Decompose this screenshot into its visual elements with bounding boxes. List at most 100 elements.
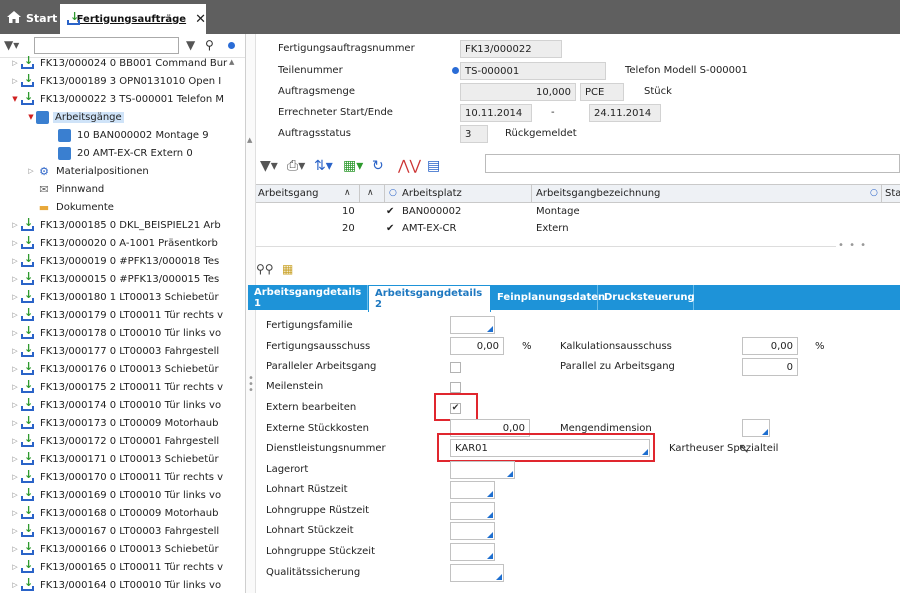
tree-item-order[interactable]: ▷ ↓ FK13/000172 0 LT00001 Fahrgestell — [10, 432, 221, 450]
lohngruppe-stueck-field[interactable] — [450, 543, 495, 561]
col-arbeitsgang[interactable]: Arbeitsgang — [258, 188, 319, 199]
collapsed-arrow-icon[interactable]: ▷ — [26, 167, 36, 175]
tree-item-operation[interactable]: 10 BAN000002 Montage 9 — [48, 126, 211, 144]
lohnart-stueck-field[interactable] — [450, 522, 495, 540]
tree-item-order[interactable]: ▷ ↓ FK13/000024 0 BB001 Command Bur — [10, 54, 229, 72]
filter-icon[interactable]: ▼▾ — [260, 158, 278, 174]
tree-item-order[interactable]: ▷ ↓ FK13/000189 3 OPN0131010 Open I — [10, 72, 223, 90]
status-field[interactable]: 3 — [460, 125, 488, 143]
parallel-zu-field[interactable]: 0 — [742, 358, 798, 376]
calculator-icon[interactable]: ▤ — [427, 158, 440, 174]
scroll-up-icon[interactable]: ▲ — [229, 58, 234, 66]
collapsed-arrow-icon[interactable]: ▷ — [10, 311, 20, 319]
collapsed-arrow-icon[interactable]: ▷ — [10, 365, 20, 373]
collapsed-arrow-icon[interactable]: ▷ — [10, 347, 20, 355]
tree-item-order[interactable]: ▷ ↓ FK13/000177 0 LT00003 Fahrgestell — [10, 342, 221, 360]
tab-fertigungsauftraege[interactable]: ↓ Fertigungsaufträge ✕ — [60, 4, 206, 34]
collapsed-arrow-icon[interactable]: ▷ — [10, 563, 20, 571]
qualitaet-field[interactable] — [450, 564, 504, 582]
tree-item-materialpositionen[interactable]: ▷ ⚙ Materialpositionen — [26, 162, 151, 180]
collapsed-arrow-icon[interactable]: ▷ — [10, 383, 20, 391]
tree-item-order[interactable]: ▷ ↓ FK13/000176 0 LT00013 Schiebetür — [10, 360, 221, 378]
tree-item-order[interactable]: ▷ ↓ FK13/000020 0 A-1001 Präsentkorb — [10, 234, 220, 252]
col-more[interactable]: Sta — [885, 188, 900, 199]
detail-tab-3[interactable]: Feinplanungsdaten — [491, 285, 605, 310]
col-arbeitsplatz[interactable]: Arbeitsplatz — [402, 188, 462, 199]
collapsed-arrow-icon[interactable]: ▷ — [10, 527, 20, 535]
collapsed-arrow-icon[interactable]: ▷ — [10, 293, 20, 301]
sort-asc-icon-2[interactable]: ∧ — [367, 188, 374, 198]
tree-item-order[interactable]: ▷ ↓ FK13/000165 0 LT00011 Tür rechts v — [10, 558, 225, 576]
table-row[interactable]: 10 ✔ BAN000002 Montage — [256, 204, 900, 221]
tree-item-order[interactable]: ▷ ↓ FK13/000015 0 #PFK13/000015 Tes — [10, 270, 221, 288]
collapsed-arrow-icon[interactable]: ▷ — [10, 275, 20, 283]
unit-field[interactable]: PCE — [580, 83, 624, 101]
expanded-arrow-icon[interactable]: ▼ — [26, 113, 36, 121]
sort-asc-icon[interactable]: ∧ — [344, 188, 351, 198]
collapsed-arrow-icon[interactable]: ▷ — [10, 473, 20, 481]
end-date-field[interactable]: 24.11.2014 — [589, 104, 661, 122]
fertigungsausschuss-field[interactable]: 0,00 — [450, 337, 504, 355]
tree-item-order[interactable]: ▷ ↓ FK13/000174 0 LT00010 Tür links vo — [10, 396, 223, 414]
funnel-icon[interactable]: ▼ — [186, 38, 195, 52]
splitter-handle-icon[interactable]: • • • — [248, 374, 254, 396]
collapse-icon[interactable]: ▲ — [247, 136, 252, 144]
tree-item-order[interactable]: ▷ ↓ FK13/000166 0 LT00013 Schiebetür — [10, 540, 221, 558]
chart-icon[interactable]: ⋀⋁ — [398, 158, 421, 174]
tree-item-order[interactable]: ▷ ↓ FK13/000170 0 LT00011 Tür rechts v — [10, 468, 225, 486]
collapsed-arrow-icon[interactable]: ▷ — [10, 545, 20, 553]
excel-export-icon[interactable]: ▦▾ — [343, 158, 363, 174]
collapsed-arrow-icon[interactable]: ▷ — [10, 77, 20, 85]
calendar-icon[interactable]: ▦ — [282, 262, 293, 276]
paralleler-checkbox[interactable] — [450, 362, 461, 373]
auftragsmenge-field[interactable]: 10,000 — [460, 83, 576, 101]
kalkulationsausschuss-field[interactable]: 0,00 — [742, 337, 798, 355]
grid-search-input[interactable] — [485, 154, 900, 173]
more-icon[interactable]: • • • — [838, 240, 867, 251]
info-icon[interactable] — [452, 67, 459, 74]
refresh-icon[interactable]: ↻ — [372, 158, 384, 174]
panel-splitter[interactable]: ▲ • • • — [246, 34, 256, 593]
binoculars-icon[interactable]: ⚲ — [205, 38, 214, 52]
tree-item-order[interactable]: ▷ ↓ FK13/000175 2 LT00011 Tür rechts v — [10, 378, 225, 396]
lohngruppe-ruest-field[interactable] — [450, 502, 495, 520]
collapsed-arrow-icon[interactable]: ▷ — [10, 455, 20, 463]
sort-icon[interactable]: ⇅▾ — [314, 158, 333, 174]
fertigungsfamilie-field[interactable] — [450, 316, 495, 334]
detail-tab-4[interactable]: Drucksteuerung — [598, 285, 695, 310]
close-tab-icon[interactable]: ✕ — [195, 12, 206, 27]
tree-item-order[interactable]: ▷ ↓ FK13/000168 0 LT00009 Motorhaub — [10, 504, 220, 522]
tree-item-order[interactable]: ▼ ↓ FK13/000022 3 TS-000001 Telefon M — [10, 90, 226, 108]
collapsed-arrow-icon[interactable]: ▷ — [10, 59, 20, 67]
teilenummer-field[interactable]: TS-000001 — [460, 62, 606, 80]
mengendimension-field[interactable] — [742, 419, 770, 437]
tree-item-arbeitsgaenge[interactable]: ▼ Arbeitsgänge — [26, 108, 124, 126]
expanded-arrow-icon[interactable]: ▼ — [10, 95, 20, 103]
collapsed-arrow-icon[interactable]: ▷ — [10, 491, 20, 499]
tree-item-order[interactable]: ▷ ↓ FK13/000178 0 LT00010 Tür links vo — [10, 324, 223, 342]
tree-item-order[interactable]: ▷ ↓ FK13/000169 0 LT00010 Tür links vo — [10, 486, 223, 504]
print-icon[interactable]: ⎙▾ — [287, 158, 305, 174]
lagerort-field[interactable] — [450, 461, 515, 479]
filter-dropdown-icon[interactable]: ▼▾ — [4, 38, 19, 52]
collapsed-arrow-icon[interactable]: ▷ — [10, 401, 20, 409]
collapsed-arrow-icon[interactable]: ▷ — [10, 221, 20, 229]
tree-scrollbar[interactable]: ▲ — [229, 58, 239, 593]
tab-start[interactable]: Start — [6, 6, 57, 30]
tree-item-operation[interactable]: 20 AMT-EX-CR Extern 0 — [48, 144, 195, 162]
tree-search-input[interactable] — [34, 37, 179, 54]
collapsed-arrow-icon[interactable]: ▷ — [10, 257, 20, 265]
meilenstein-checkbox[interactable] — [450, 382, 461, 393]
collapsed-arrow-icon[interactable]: ▷ — [10, 239, 20, 247]
table-row[interactable]: 20 ✔ AMT-EX-CR Extern — [256, 221, 900, 238]
auftragsnummer-field[interactable]: FK13/000022 — [460, 40, 562, 58]
tree-item-order[interactable]: ▷ ↓ FK13/000167 0 LT00003 Fahrgestell — [10, 522, 221, 540]
lohnart-ruest-field[interactable] — [450, 481, 495, 499]
col-bezeichnung[interactable]: Arbeitsgangbezeichnung — [536, 188, 660, 199]
tree-item-order[interactable]: ▷ ↓ FK13/000185 0 DKL_BEISPIEL21 Arb — [10, 216, 223, 234]
tree-item-order[interactable]: ▷ ↓ FK13/000164 0 LT00010 Tür links vo — [10, 576, 223, 593]
collapsed-arrow-icon[interactable]: ▷ — [10, 419, 20, 427]
tree-item-order[interactable]: ▷ ↓ FK13/000180 1 LT00013 Schiebetür — [10, 288, 221, 306]
detail-tab-2[interactable]: Arbeitsgangdetails 2 — [368, 285, 491, 312]
tree-item-order[interactable]: ▷ ↓ FK13/000179 0 LT00011 Tür rechts v — [10, 306, 225, 324]
